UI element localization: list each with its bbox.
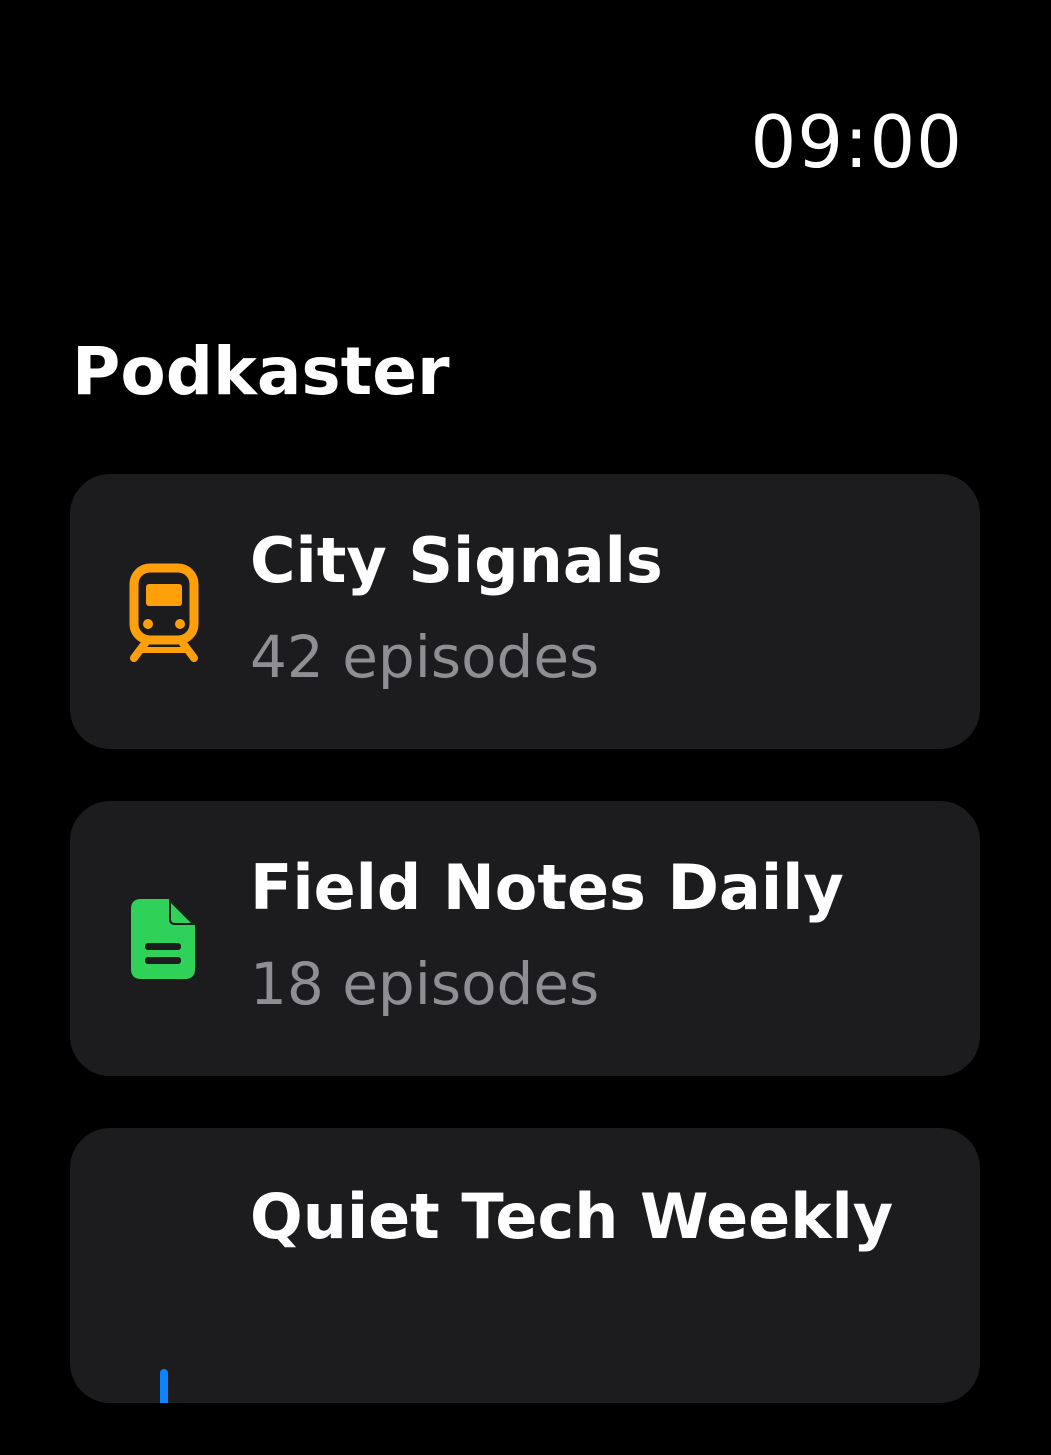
podcast-title: Field Notes Daily <box>250 851 844 924</box>
podcast-card-field-notes-daily[interactable]: Field Notes Daily 18 episodes <box>70 801 980 1076</box>
status-bar: 09:00 <box>0 0 1051 200</box>
clock-time: 09:00 <box>750 100 963 184</box>
podcast-icon <box>126 1363 202 1403</box>
episode-count: 42 episodes <box>250 623 600 691</box>
podcast-card-city-signals[interactable]: City Signals 42 episodes <box>70 474 980 749</box>
podcast-list: City Signals 42 episodes Field Notes Dai… <box>70 474 980 1455</box>
document-icon <box>126 889 202 989</box>
podcast-title: Quiet Tech Weekly <box>250 1180 894 1253</box>
page-title: Podkaster <box>72 333 450 410</box>
tram-icon <box>126 562 202 662</box>
episode-count: 18 episodes <box>250 950 600 1018</box>
podcast-title: City Signals <box>250 524 663 597</box>
podcast-card-quiet-tech-weekly[interactable]: Quiet Tech Weekly <box>70 1128 980 1403</box>
